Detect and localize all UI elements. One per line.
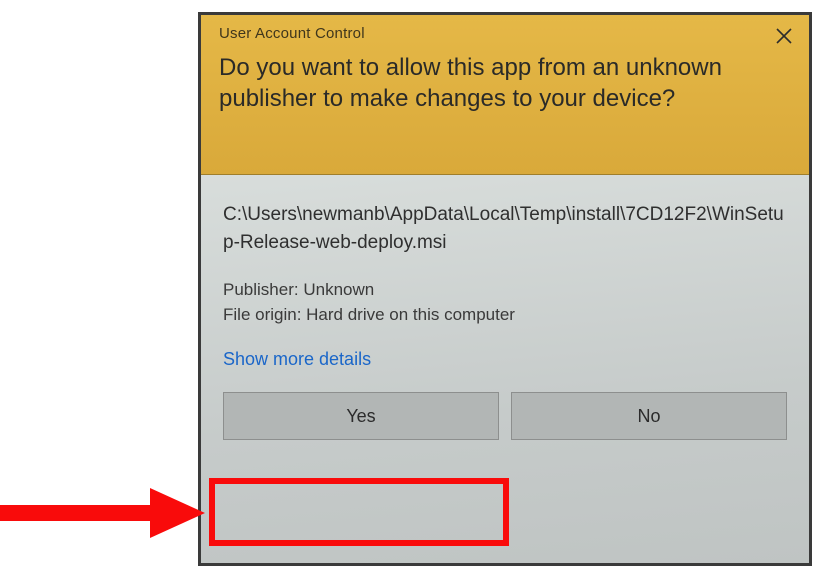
no-button[interactable]: No xyxy=(511,392,787,440)
annotation-arrow-icon xyxy=(0,488,210,538)
origin-label: File origin: xyxy=(223,305,301,324)
origin-line: File origin: Hard drive on this computer xyxy=(223,303,787,328)
dialog-body: C:\Users\newmanb\AppData\Local\Temp\inst… xyxy=(201,175,809,563)
dialog-title: User Account Control xyxy=(219,25,791,42)
show-details-link[interactable]: Show more details xyxy=(223,349,787,370)
publisher-label: Publisher: xyxy=(223,280,299,299)
yes-button[interactable]: Yes xyxy=(223,392,499,440)
button-row: Yes No xyxy=(223,392,787,440)
publisher-value: Unknown xyxy=(303,280,374,299)
dialog-header: User Account Control Do you want to allo… xyxy=(201,15,809,175)
publisher-line: Publisher: Unknown xyxy=(223,278,787,303)
origin-value: Hard drive on this computer xyxy=(306,305,515,324)
file-path: C:\Users\newmanb\AppData\Local\Temp\inst… xyxy=(223,201,787,256)
dialog-prompt: Do you want to allow this app from an un… xyxy=(219,52,791,114)
close-icon[interactable] xyxy=(773,25,795,47)
uac-dialog: User Account Control Do you want to allo… xyxy=(198,12,812,566)
